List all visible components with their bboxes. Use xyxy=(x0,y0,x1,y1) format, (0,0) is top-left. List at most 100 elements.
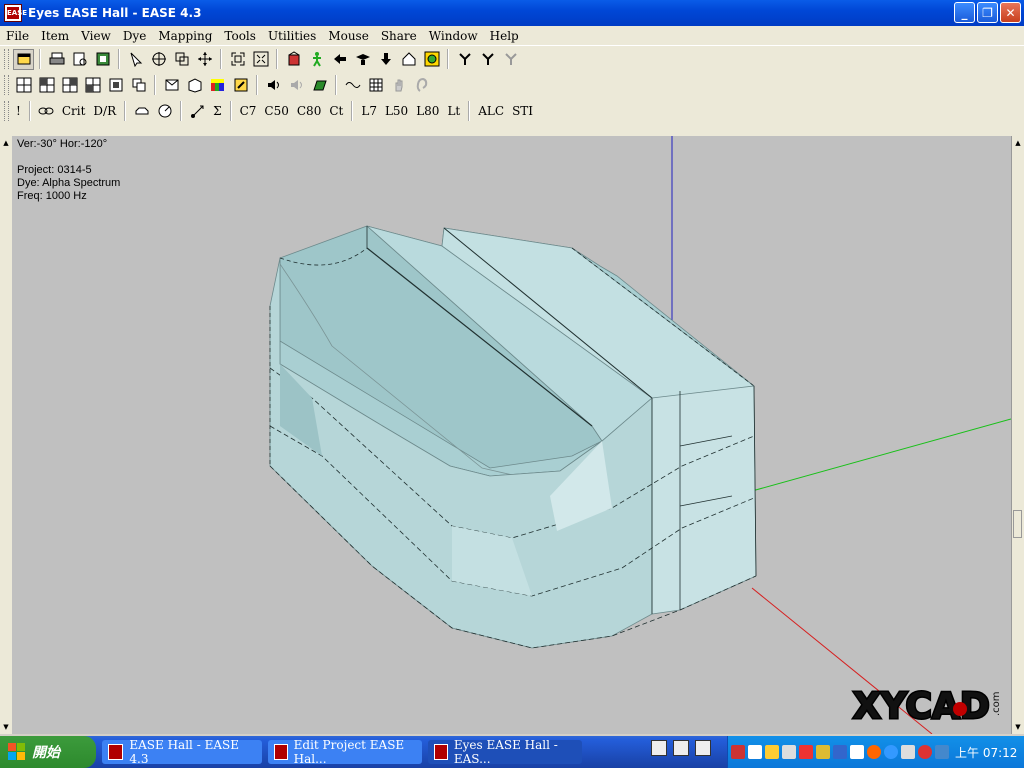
zoom-all-icon[interactable] xyxy=(250,49,271,70)
dial-icon[interactable] xyxy=(154,101,175,122)
toolbar-grip[interactable] xyxy=(4,49,9,69)
l50-button[interactable]: L50 xyxy=(382,101,411,122)
figure-green-icon[interactable] xyxy=(306,49,327,70)
volume-icon[interactable] xyxy=(901,745,915,759)
3d-viewport[interactable]: Ver:-30° Hor:-120° Project: 0314-5 Dye: … xyxy=(12,136,1011,734)
tray-app-icon[interactable] xyxy=(731,745,745,759)
alc-button[interactable]: ALC xyxy=(475,101,507,122)
edit-layer-icon[interactable] xyxy=(230,75,251,96)
menu-dye[interactable]: Dye xyxy=(117,29,153,43)
tool-a-icon[interactable] xyxy=(454,49,475,70)
view-box-icon[interactable] xyxy=(105,75,126,96)
menu-item[interactable]: Item xyxy=(35,29,75,43)
grid-calc-icon[interactable] xyxy=(365,75,386,96)
tray-search-icon[interactable] xyxy=(884,745,898,759)
restore-button[interactable]: ❐ xyxy=(977,2,998,23)
view-grid-1-icon[interactable] xyxy=(13,75,34,96)
menu-mouse[interactable]: Mouse xyxy=(322,29,375,43)
minimize-button[interactable]: _ xyxy=(954,2,975,23)
menu-utilities[interactable]: Utilities xyxy=(262,29,322,43)
tray-folder-icon[interactable] xyxy=(816,745,830,759)
zoom-window-icon[interactable] xyxy=(171,49,192,70)
clock[interactable]: 上午 07:12 xyxy=(955,744,1017,761)
car-icon[interactable] xyxy=(131,101,152,122)
alert-button[interactable]: ! xyxy=(13,101,24,122)
zoom-extents-icon[interactable] xyxy=(227,49,248,70)
l80-button[interactable]: L80 xyxy=(413,101,442,122)
toolbar-grip[interactable] xyxy=(4,101,9,121)
hand-icon[interactable] xyxy=(388,75,409,96)
pan-icon[interactable] xyxy=(194,49,215,70)
toolbar-grip[interactable] xyxy=(4,75,9,95)
tray-security-icon[interactable] xyxy=(799,745,813,759)
view-grid-4-icon[interactable] xyxy=(82,75,103,96)
tool-c-icon[interactable] xyxy=(500,49,521,70)
window-icon[interactable] xyxy=(13,48,34,70)
pointer-tray-icon[interactable] xyxy=(695,740,711,756)
ease-app-icon[interactable]: EASE xyxy=(4,4,27,22)
view-grid-3-icon[interactable] xyxy=(59,75,80,96)
export-icon[interactable] xyxy=(92,49,113,70)
menu-view[interactable]: View xyxy=(75,29,117,43)
speaker-on-icon[interactable] xyxy=(263,75,284,96)
tray-alert-icon[interactable] xyxy=(918,745,932,759)
tray-network-icon[interactable] xyxy=(748,745,762,759)
scroll-up-arrow-icon[interactable]: ▲ xyxy=(1014,139,1022,147)
link-icon[interactable] xyxy=(36,101,57,122)
menu-help[interactable]: Help xyxy=(484,29,525,43)
scroll-down-arrow-icon[interactable]: ▼ xyxy=(1014,723,1022,731)
globe-icon[interactable] xyxy=(421,49,442,70)
task-eyes-ease-hall[interactable]: Eyes EASE Hall - EAS... xyxy=(428,738,582,766)
task-ease-hall[interactable]: EASE Hall - EASE 4.3 xyxy=(102,738,262,766)
help-icon[interactable] xyxy=(673,740,689,756)
speaker-array-icon[interactable] xyxy=(283,49,304,70)
arrow-left-icon[interactable] xyxy=(329,49,350,70)
room-icon[interactable] xyxy=(184,75,205,96)
tray-printer-icon[interactable] xyxy=(782,745,796,759)
c7-button[interactable]: C7 xyxy=(237,101,260,122)
crit-button[interactable]: Crit xyxy=(59,101,89,122)
tray-monitor-icon[interactable] xyxy=(833,745,847,759)
scroll-thumb[interactable] xyxy=(1013,510,1022,538)
sti-button[interactable]: STI xyxy=(509,101,536,122)
pointer-icon[interactable] xyxy=(125,49,146,70)
menu-file[interactable]: File xyxy=(0,29,35,43)
speaker-off-icon[interactable] xyxy=(286,75,307,96)
scroll-up-arrow-icon[interactable]: ▲ xyxy=(2,139,10,147)
home-icon[interactable] xyxy=(398,49,419,70)
view-grid-2-icon[interactable] xyxy=(36,75,57,96)
scroll-down-arrow-icon[interactable]: ▼ xyxy=(2,723,10,731)
tool-b-icon[interactable] xyxy=(477,49,498,70)
view-stack-icon[interactable] xyxy=(128,75,149,96)
menu-tools[interactable]: Tools xyxy=(218,29,262,43)
dr-button[interactable]: D/R xyxy=(90,101,119,122)
color-map-icon[interactable] xyxy=(207,75,228,96)
menu-mapping[interactable]: Mapping xyxy=(152,29,218,43)
tray-circle-icon[interactable] xyxy=(867,745,881,759)
ear-icon[interactable] xyxy=(411,75,432,96)
print-preview-icon[interactable] xyxy=(69,49,90,70)
keyboard-icon[interactable] xyxy=(651,740,667,756)
surface-green-icon[interactable] xyxy=(309,75,330,96)
menu-share[interactable]: Share xyxy=(375,29,423,43)
close-button[interactable]: ✕ xyxy=(1000,2,1021,23)
graduation-icon[interactable] xyxy=(352,49,373,70)
lt-button[interactable]: Lt xyxy=(444,101,463,122)
tray-notes-icon[interactable] xyxy=(765,745,779,759)
sum-button[interactable]: Σ xyxy=(210,101,224,122)
l7-button[interactable]: L7 xyxy=(358,101,380,122)
print-icon[interactable] xyxy=(46,49,67,70)
title-bar[interactable]: EASE Eyes EASE Hall - EASE 4.3 _ ❐ ✕ xyxy=(0,0,1024,26)
task-edit-project[interactable]: Edit Project EASE Hal... xyxy=(268,738,422,766)
right-scrollbar[interactable]: ▲ ▼ xyxy=(1011,136,1024,734)
tray-move-icon[interactable] xyxy=(850,745,864,759)
arrow-down-icon[interactable] xyxy=(375,49,396,70)
ct-button[interactable]: Ct xyxy=(326,101,346,122)
c50-button[interactable]: C50 xyxy=(261,101,291,122)
menu-window[interactable]: Window xyxy=(423,29,484,43)
c80-button[interactable]: C80 xyxy=(294,101,324,122)
wave-icon[interactable] xyxy=(342,75,363,96)
render-icon[interactable] xyxy=(161,75,182,96)
ray-icon[interactable] xyxy=(187,101,208,122)
tray-tool-icon[interactable] xyxy=(935,745,949,759)
